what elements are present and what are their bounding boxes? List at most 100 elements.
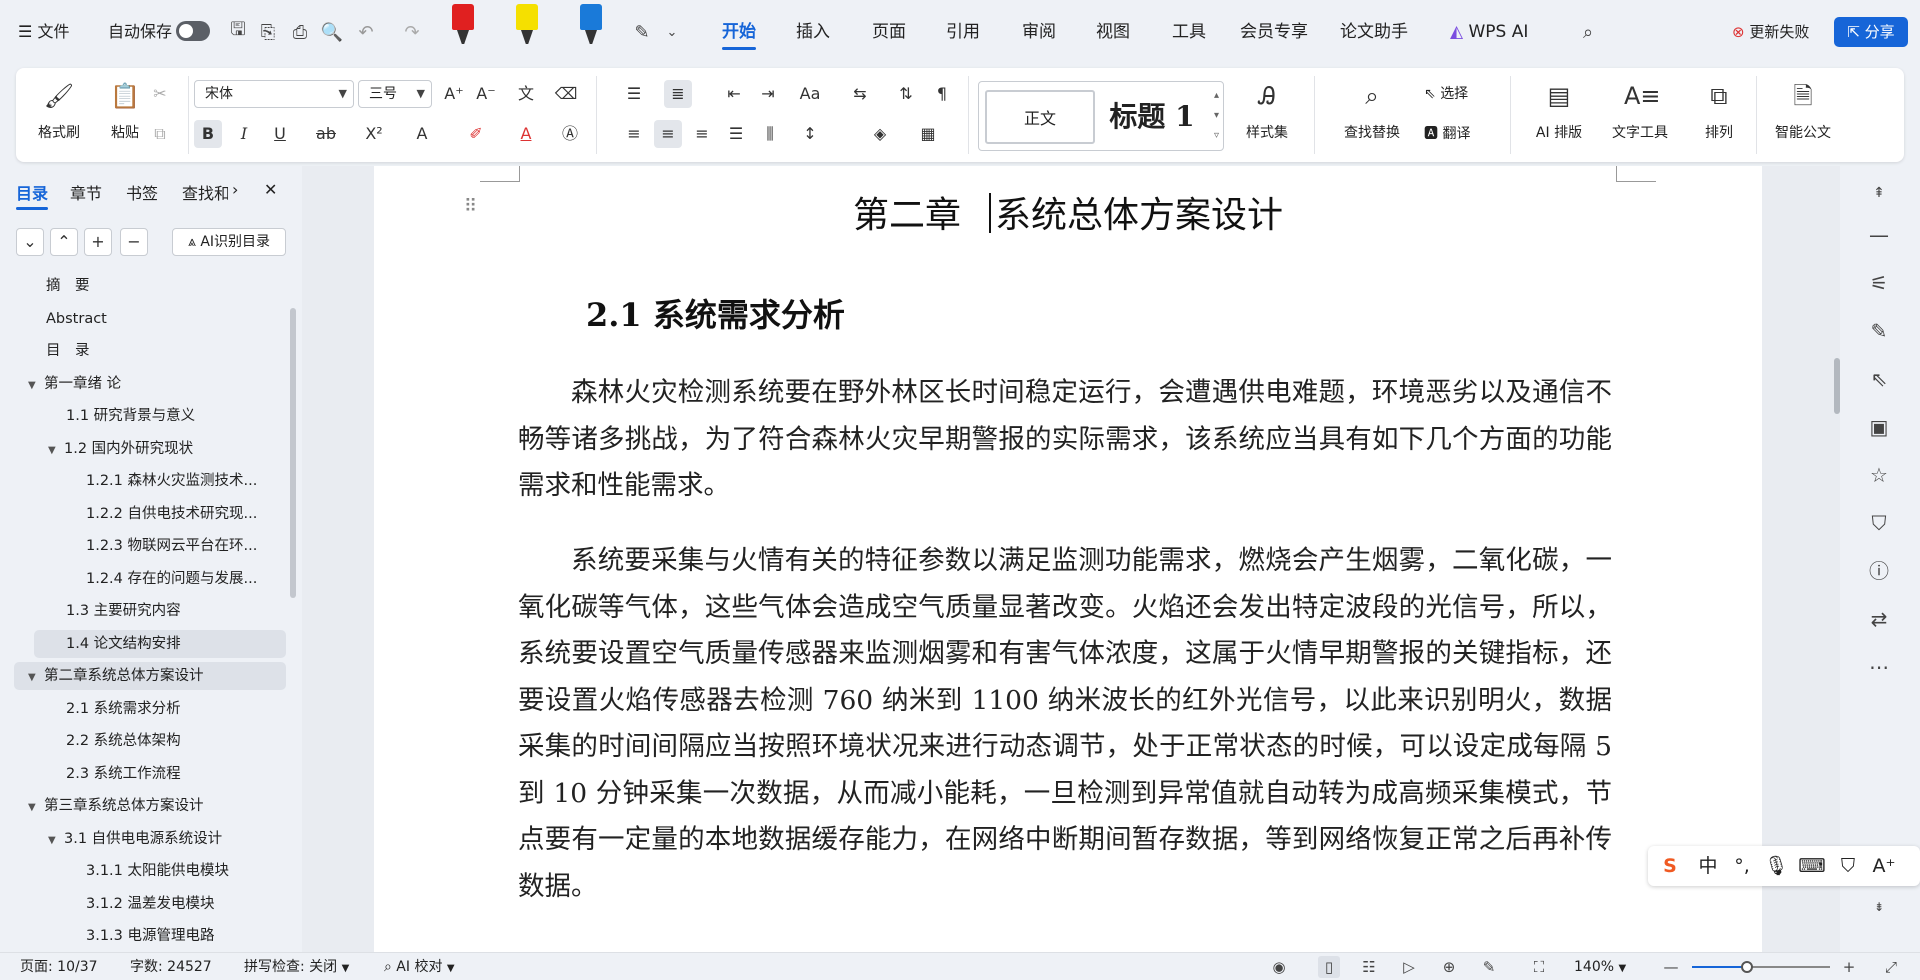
toc-item[interactable]: 3.1.1 太阳能供电模块 [86, 857, 229, 885]
ai-layout-button[interactable]: ▤ AI 排版 [1522, 80, 1596, 156]
font-size-select[interactable]: 三号 ▼ [358, 80, 432, 108]
toc-item[interactable]: 1.2.3 物联网云平台在环... [86, 532, 257, 560]
write-mode-icon[interactable]: ✎ [1478, 956, 1500, 978]
increase-indent-icon[interactable]: ⇥ [754, 80, 782, 108]
expand-caret-icon[interactable]: ▼ [28, 372, 44, 398]
tab-member[interactable]: 会员专享 [1240, 18, 1308, 46]
tab-references[interactable]: 引用 [946, 18, 980, 46]
style-heading1[interactable]: 标题 1 [1103, 90, 1201, 144]
text-tools-button[interactable]: A≡ 文字工具 [1600, 80, 1680, 156]
section-heading[interactable]: 2.1 系统需求分析 [586, 290, 845, 336]
spell-check-status[interactable]: 拼写检查: 关闭 ▼ [244, 957, 349, 977]
gallery-icon[interactable]: ▣ [1862, 410, 1896, 444]
toc-item[interactable]: 1.4 论文结构安排 [66, 630, 181, 658]
decrease-indent-icon[interactable]: ⇤ [720, 80, 748, 108]
tab-review[interactable]: 审阅 [1022, 18, 1056, 46]
translate-button[interactable]: 🅰 翻译 [1424, 122, 1470, 146]
ai-proofread-button[interactable]: ⌕ AI 校对 ▼ [384, 957, 455, 977]
ai-assistant-icon[interactable]: A⁺ [1870, 852, 1898, 880]
chevron-right-icon[interactable]: › [232, 180, 238, 199]
save-icon[interactable]: 🖫 [224, 18, 252, 46]
expand-caret-icon[interactable]: ▼ [28, 794, 44, 820]
yellow-marker-icon[interactable] [516, 4, 538, 48]
justify-icon[interactable]: ☰ [722, 120, 750, 148]
close-icon[interactable]: ✕ [264, 180, 277, 199]
expand-caret-icon[interactable]: ▼ [28, 664, 44, 690]
char-border-icon[interactable]: Ⓐ [556, 120, 584, 148]
microphone-icon[interactable]: 🎙 [1762, 852, 1790, 880]
highlight-icon[interactable]: ✐ [462, 120, 490, 148]
red-marker-icon[interactable] [452, 4, 474, 48]
align-right-icon[interactable]: ≡ [688, 120, 716, 148]
expand-caret-icon[interactable]: ▼ [48, 437, 64, 463]
line-spacing-icon[interactable]: ↕ [796, 120, 824, 148]
smart-doc-button[interactable]: 🗎 智能公文 [1760, 80, 1846, 156]
toc-item[interactable]: 3.1.2 温差发电模块 [86, 890, 215, 918]
zoom-slider-thumb[interactable] [1741, 961, 1754, 973]
output-icon[interactable]: ⎘ [254, 18, 282, 46]
undo-icon[interactable]: ↶ [352, 18, 380, 46]
help-icon[interactable]: ⓘ [1862, 554, 1896, 588]
page-navigation-icon[interactable]: ⇟ [1862, 890, 1896, 924]
shirt-icon[interactable]: ⛉ [1862, 506, 1896, 540]
pen-icon[interactable]: ✎ [628, 18, 656, 46]
chevron-down-icon[interactable]: ⌄ [658, 18, 686, 46]
expand-down-icon[interactable]: ⌄ [16, 228, 44, 256]
zoom-slider[interactable] [1692, 961, 1830, 973]
toc-item[interactable]: 1.3 主要研究内容 [66, 597, 181, 625]
toc-item[interactable]: 1.2.2 自供电技术研究现... [86, 500, 257, 528]
toc-item[interactable]: 摘 要 [46, 272, 90, 300]
toc-item[interactable]: ▼ 1.2 国内外研究现状 [48, 435, 193, 463]
grow-font-icon[interactable]: A⁺ [440, 80, 468, 108]
clear-format-icon[interactable]: ⌫ [552, 80, 580, 108]
toc-item[interactable]: ▼ 第三章系统总体方案设计 [28, 792, 204, 820]
superscript-icon[interactable]: X² [360, 120, 388, 148]
toc-item[interactable]: ▼ 第二章系统总体方案设计 [28, 662, 204, 690]
sidebar-tab-bookmark[interactable]: 书签 [126, 180, 158, 204]
punctuation-icon[interactable]: °, [1728, 852, 1756, 880]
translate-side-icon[interactable]: ⇄ [1862, 602, 1896, 636]
fit-page-icon[interactable]: ⛶ [1528, 956, 1550, 978]
play-icon[interactable]: ▷ [1398, 956, 1420, 978]
tab-view[interactable]: 视图 [1096, 18, 1130, 46]
sogou-logo-icon[interactable]: S [1656, 852, 1684, 880]
toc-item[interactable]: 1.1 研究背景与意义 [66, 402, 195, 430]
toc-item[interactable]: ▼ 3.1 自供电电源系统设计 [48, 825, 222, 853]
sidebar-tab-toc[interactable]: 目录 [16, 180, 49, 210]
web-view-icon[interactable]: ⊕ [1438, 956, 1460, 978]
tab-page[interactable]: 页面 [872, 18, 906, 46]
outline-view-icon[interactable]: ☷ [1358, 956, 1380, 978]
sidebar-tab-find[interactable]: 查找和 [182, 180, 228, 204]
font-name-select[interactable]: 宋体 ▼ [194, 80, 354, 108]
search-icon[interactable]: ⌕ [1574, 18, 1602, 46]
style-scroll-arrows[interactable]: ▴ ▾ ▿ [1214, 86, 1219, 146]
share-button[interactable]: ⇱ 分享 [1834, 17, 1908, 47]
tab-thesis-assistant[interactable]: 论文助手 [1340, 18, 1408, 46]
style-set-button[interactable]: Ꭿ 样式集 [1232, 80, 1302, 156]
wps-ai-tab[interactable]: ◭ WPS AI [1450, 18, 1528, 46]
case-change-icon[interactable]: Aa [796, 80, 824, 108]
zoom-in-icon[interactable]: + [1838, 956, 1860, 978]
italic-icon[interactable]: I [230, 120, 258, 148]
update-failed-button[interactable]: ⊗ 更新失败 [1732, 19, 1809, 45]
toc-item[interactable]: ▼ 第一章绪 论 [28, 370, 121, 398]
format-painter-button[interactable]: 🖌 格式刷 [24, 80, 94, 156]
tab-tools[interactable]: 工具 [1172, 18, 1206, 46]
sort-icon[interactable]: ⇅ [892, 80, 920, 108]
align-center-icon[interactable]: ≡ [654, 120, 682, 148]
text-direction-icon[interactable]: ⇆ [846, 80, 874, 108]
show-marks-icon[interactable]: ¶ [928, 80, 956, 108]
star-icon[interactable]: ☆ [1862, 458, 1896, 492]
add-heading-icon[interactable]: + [84, 228, 112, 256]
page-view-icon[interactable]: ▯ [1318, 956, 1340, 978]
toc-item[interactable]: 2.1 系统需求分析 [66, 695, 181, 723]
style-normal[interactable]: 正文 [985, 90, 1095, 144]
toc-item[interactable]: 目 录 [46, 337, 90, 365]
borders-icon[interactable]: ▦ [914, 120, 942, 148]
ime-mode-toggle[interactable]: 中 [1694, 852, 1722, 880]
shading-icon[interactable]: ◈ [866, 120, 894, 148]
minus-icon[interactable]: — [1862, 218, 1896, 252]
shrink-font-icon[interactable]: A⁻ [472, 80, 500, 108]
collapse-up-icon[interactable]: ⌃ [50, 228, 78, 256]
edit-pen-icon[interactable]: ✎ [1862, 314, 1896, 348]
